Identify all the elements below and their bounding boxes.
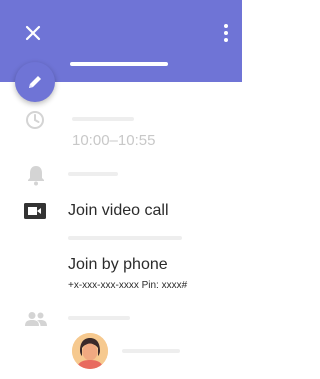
join-by-phone-link[interactable]: Join by phone — [68, 256, 168, 274]
guest-name-placeholder — [122, 349, 180, 353]
more-vert-icon — [224, 24, 228, 42]
close-icon — [25, 25, 41, 41]
phone-details: +x-xxx-xxx-xxxx Pin: xxxx# — [68, 280, 188, 291]
more-options-button[interactable] — [220, 20, 232, 46]
avatar[interactable] — [72, 333, 108, 369]
video-camera-icon — [24, 203, 46, 219]
event-title-placeholder — [70, 62, 168, 66]
pencil-icon — [29, 76, 41, 88]
people-icon — [25, 312, 47, 326]
clock-icon — [26, 111, 44, 129]
guests-placeholder — [68, 316, 130, 320]
bell-icon — [28, 166, 44, 186]
event-time: 10:00–10:55 — [72, 132, 156, 149]
video-link-placeholder — [68, 236, 182, 240]
date-placeholder — [72, 117, 134, 121]
reminder-placeholder — [68, 172, 118, 176]
person-avatar-icon — [72, 333, 108, 369]
join-video-call-link[interactable]: Join video call — [68, 202, 169, 220]
edit-event-button[interactable] — [15, 62, 55, 102]
close-button[interactable] — [20, 20, 46, 46]
